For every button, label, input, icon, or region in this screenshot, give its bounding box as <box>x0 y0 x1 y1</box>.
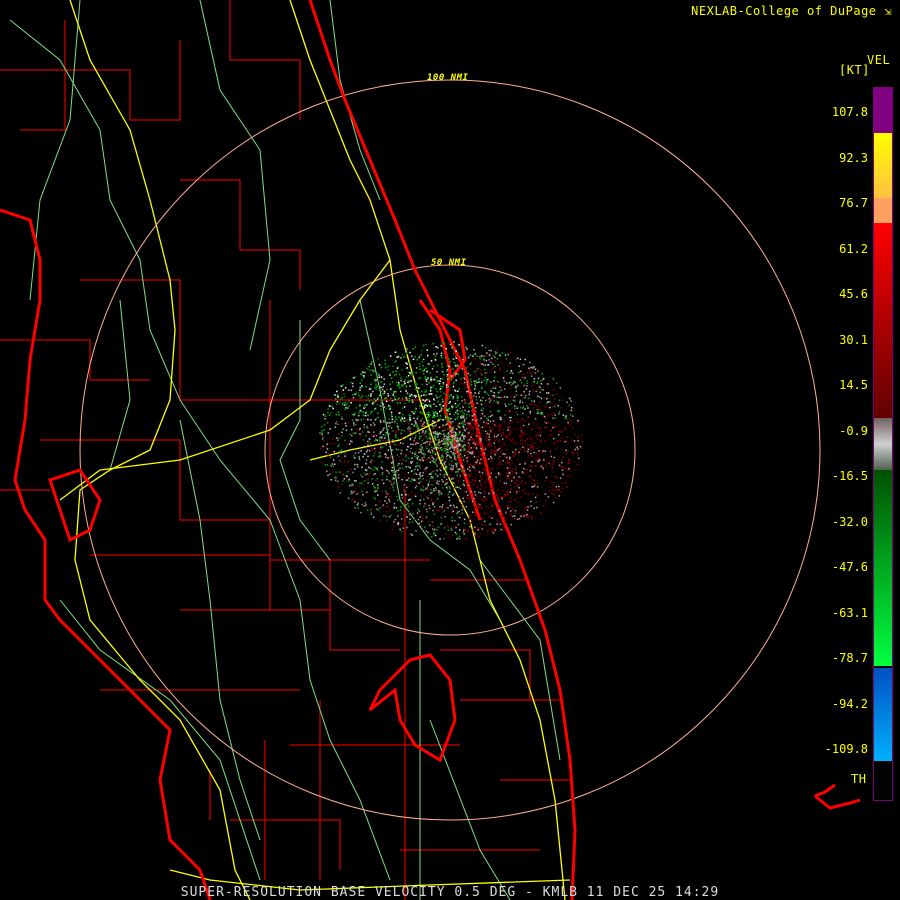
legend-tick: -63.1 <box>831 605 868 620</box>
legend-th-label: TH <box>851 772 867 786</box>
legend-tick: -47.6 <box>831 560 868 574</box>
legend-tick: -78.7 <box>831 651 868 665</box>
legend-tick: 92.3 <box>839 150 868 165</box>
legend-th-coast-sample <box>814 783 861 810</box>
ring-label-100nmi: 100 NMI <box>427 73 469 83</box>
legend-tick: -0.9 <box>839 423 868 438</box>
legend-product: VEL <box>867 53 891 67</box>
radar-display: NEXLAB-College of DuPage ⇲ 100 NMI 50 NM… <box>0 0 900 900</box>
state-roads <box>9 0 561 900</box>
legend-tick: -94.2 <box>831 696 868 711</box>
velocity-colorbar <box>873 87 893 801</box>
product-caption: SUPER-RESOLUTION BASE VELOCITY 0.5 DEG -… <box>180 885 720 900</box>
legend-tick: -16.5 <box>831 469 868 483</box>
ring-label-50nmi: 50 NMI <box>431 258 467 268</box>
legend-tick: 30.1 <box>839 332 868 347</box>
range-rings <box>79 79 821 821</box>
legend-tick: 14.5 <box>839 378 868 392</box>
legend-units: [KT] <box>839 63 870 77</box>
credit-label[interactable]: NEXLAB-College of DuPage ⇲ <box>691 4 892 18</box>
legend-tick: 45.6 <box>839 287 868 301</box>
external-link-icon: ⇲ <box>884 4 892 18</box>
legend-tick: 61.2 <box>839 241 868 256</box>
legend-tick: -109.8 <box>824 742 868 756</box>
range-ring-100nmi <box>79 79 821 821</box>
legend-tick: 107.8 <box>831 105 868 119</box>
legend-tick: -32.0 <box>831 514 868 529</box>
radar-map <box>0 0 861 900</box>
legend-tick: 76.7 <box>839 196 868 210</box>
